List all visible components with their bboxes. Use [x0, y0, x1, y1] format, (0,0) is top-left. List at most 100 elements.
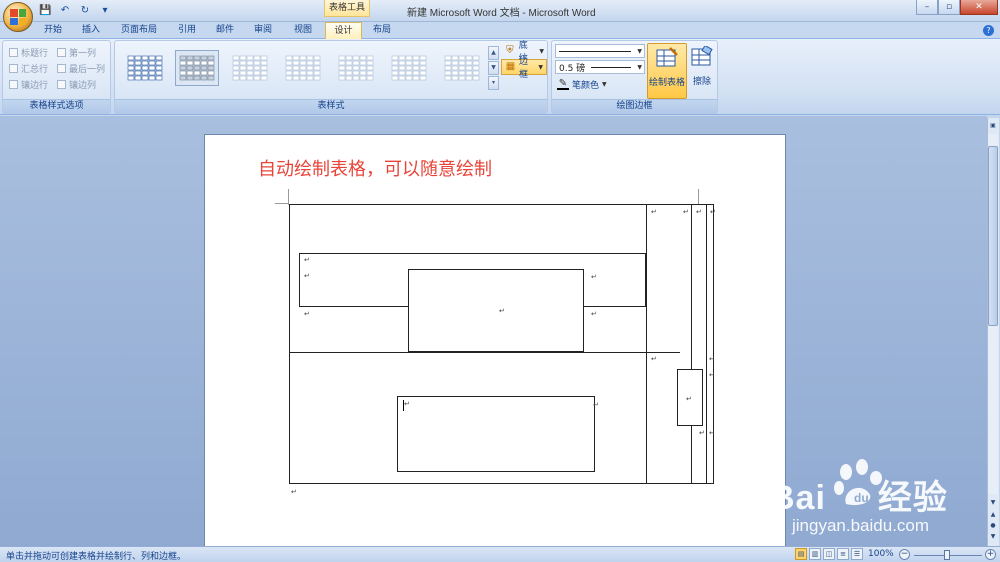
paragraph-mark: ↵	[499, 307, 505, 315]
table-style-thumbnail[interactable]	[123, 50, 167, 86]
tab-home[interactable]: 开始	[36, 22, 70, 39]
paragraph-mark: ↵	[304, 272, 310, 280]
zoom-out-icon[interactable]: −	[899, 549, 910, 560]
document-heading[interactable]: 自动绘制表格，可以随意绘制	[258, 155, 492, 181]
group-label: 绘图边框	[552, 99, 717, 113]
dropdown-arrow-icon: ▼	[539, 47, 544, 55]
drawn-cell-bottom[interactable]	[397, 396, 595, 472]
zoom-in-icon[interactable]: +	[985, 549, 996, 560]
draw-table-button[interactable]: 绘制表格	[647, 43, 687, 99]
paragraph-mark: ↵	[304, 310, 310, 318]
pen-icon: ✎	[557, 78, 569, 90]
previous-page-icon[interactable]: ▲	[988, 510, 998, 520]
paragraph-mark: ↵	[683, 208, 689, 216]
tab-view[interactable]: 视图	[286, 22, 320, 39]
line-style-combo[interactable]: ▼	[555, 44, 645, 58]
paragraph-mark: ↵	[709, 371, 715, 379]
minimize-button[interactable]: –	[916, 0, 938, 15]
first-column-option[interactable]: 第一列	[57, 46, 96, 59]
maximize-button[interactable]: ▫	[938, 0, 960, 15]
table-style-thumbnail[interactable]	[334, 50, 378, 86]
gallery-more-icon[interactable]: ▾	[488, 76, 499, 90]
table-styles-group: ▲ ▼ ▾ ⛨ 底纹 ▼ ▦ 边框 ▼ 表样式	[114, 40, 548, 114]
drawn-cell-center[interactable]	[408, 269, 584, 352]
checkbox[interactable]	[57, 80, 66, 89]
checkbox[interactable]	[9, 48, 18, 57]
banded-columns-option[interactable]: 镶边列	[57, 78, 96, 91]
web-layout-icon[interactable]: ◫	[823, 548, 835, 560]
watermark-brand: Bai 经验	[770, 470, 948, 519]
office-button[interactable]	[3, 2, 33, 32]
next-page-icon[interactable]: ▼	[988, 532, 998, 542]
table-column-line[interactable]	[706, 204, 707, 484]
watermark-url: jingyan.baidu.com	[792, 516, 930, 535]
dropdown-arrow-icon: ▼	[602, 80, 607, 88]
last-column-option[interactable]: 最后一列	[57, 62, 105, 75]
table-style-thumbnail[interactable]	[440, 50, 484, 86]
option-label: 镶边列	[69, 81, 97, 91]
ruler-toggle-icon[interactable]: ▣	[988, 121, 998, 131]
table-style-thumbnail[interactable]	[281, 50, 325, 86]
paragraph-mark: ↵	[304, 256, 310, 264]
draft-icon[interactable]: ☰	[851, 548, 863, 560]
line-weight-combo[interactable]: 0.5 磅 ▼	[555, 60, 645, 74]
option-label: 镶边行	[21, 81, 49, 91]
quick-access-toolbar: 💾 ↶ ↻ ▾	[38, 3, 112, 17]
customize-qat-icon[interactable]: ▾	[98, 3, 112, 17]
paragraph-mark: ↵	[651, 355, 657, 363]
checkbox[interactable]	[9, 64, 18, 73]
window-controls: – ▫ ✕	[916, 0, 998, 15]
undo-icon[interactable]: ↶	[58, 3, 72, 17]
paragraph-mark: ↵	[696, 208, 702, 216]
ribbon-tab-bar: 开始 插入 页面布局 引用 邮件 审阅 视图 设计 布局 ?	[0, 22, 1000, 40]
scrollbar-thumb[interactable]	[988, 146, 998, 326]
scroll-down-icon[interactable]: ▼	[988, 498, 998, 508]
full-screen-reading-icon[interactable]: ▥	[809, 548, 821, 560]
tab-design[interactable]: 设计	[325, 22, 362, 40]
table-column-line[interactable]	[691, 204, 692, 484]
checkbox[interactable]	[9, 80, 18, 89]
outline-icon[interactable]: ≡	[837, 548, 849, 560]
zoom-level[interactable]: 100%	[868, 549, 894, 559]
title-bar: 💾 ↶ ↻ ▾ 表格工具 新建 Microsoft Word 文档 - Micr…	[0, 0, 1000, 22]
pen-color-button[interactable]: ✎ 笔颜色 ▼	[554, 76, 610, 92]
table-row-line[interactable]	[289, 352, 680, 353]
redo-icon[interactable]: ↻	[78, 3, 92, 17]
table-style-thumbnail[interactable]	[228, 50, 272, 86]
table-style-options-group: 标题行 第一列 汇总行 最后一列 镶边行 镶边列 表格样式选项	[2, 40, 111, 114]
tab-layout[interactable]: 布局	[366, 22, 398, 39]
crop-mark	[275, 203, 289, 204]
tab-references[interactable]: 引用	[170, 22, 204, 39]
tab-insert[interactable]: 插入	[74, 22, 108, 39]
paragraph-mark: ↵	[686, 395, 692, 403]
close-button[interactable]: ✕	[960, 0, 998, 15]
table-style-thumbnail[interactable]	[387, 50, 431, 86]
paragraph-mark: ↵	[404, 400, 410, 408]
help-icon[interactable]: ?	[983, 25, 994, 36]
borders-button[interactable]: ▦ 边框 ▼	[501, 57, 547, 80]
vertical-scrollbar[interactable]	[988, 134, 998, 494]
tab-page-layout[interactable]: 页面布局	[114, 22, 164, 39]
gallery-down-icon[interactable]: ▼	[488, 61, 499, 75]
header-row-option[interactable]: 标题行	[9, 46, 48, 59]
print-layout-icon[interactable]: ▤	[795, 548, 807, 560]
table-column-line[interactable]	[646, 204, 647, 484]
browse-object-icon[interactable]: ●	[988, 521, 998, 531]
table-style-thumbnail[interactable]	[175, 50, 219, 86]
baidu-jingyan-watermark: du Bai 经验 jingyan.baidu.com	[770, 458, 980, 540]
paragraph-mark: ↵	[593, 401, 599, 409]
eraser-button[interactable]: 擦除	[687, 43, 717, 99]
banded-rows-option[interactable]: 镶边行	[9, 78, 48, 91]
total-row-option[interactable]: 汇总行	[9, 62, 48, 75]
tab-review[interactable]: 审阅	[246, 22, 280, 39]
checkbox[interactable]	[57, 64, 66, 73]
paragraph-mark: ↵	[699, 429, 705, 437]
save-icon[interactable]: 💾	[38, 3, 52, 17]
dropdown-arrow-icon: ▼	[637, 64, 642, 71]
document-page[interactable]: 自动绘制表格，可以随意绘制 ↵ ↵ ↵ ↵ ↵ ↵ ↵ ↵ ↵ ↵ ↵ ↵ ↵ ↵ ↵ ↵ ↵ ↵ ↵	[204, 134, 786, 554]
tab-mailings[interactable]: 邮件	[208, 22, 242, 39]
checkbox[interactable]	[57, 48, 66, 57]
zoom-slider-thumb[interactable]	[944, 550, 950, 560]
gallery-up-icon[interactable]: ▲	[488, 46, 499, 60]
draw-borders-group: ▼ 0.5 磅 ▼ ✎ 笔颜色 ▼ 绘制表格 擦除 ⌟ 绘图边框	[551, 40, 718, 114]
